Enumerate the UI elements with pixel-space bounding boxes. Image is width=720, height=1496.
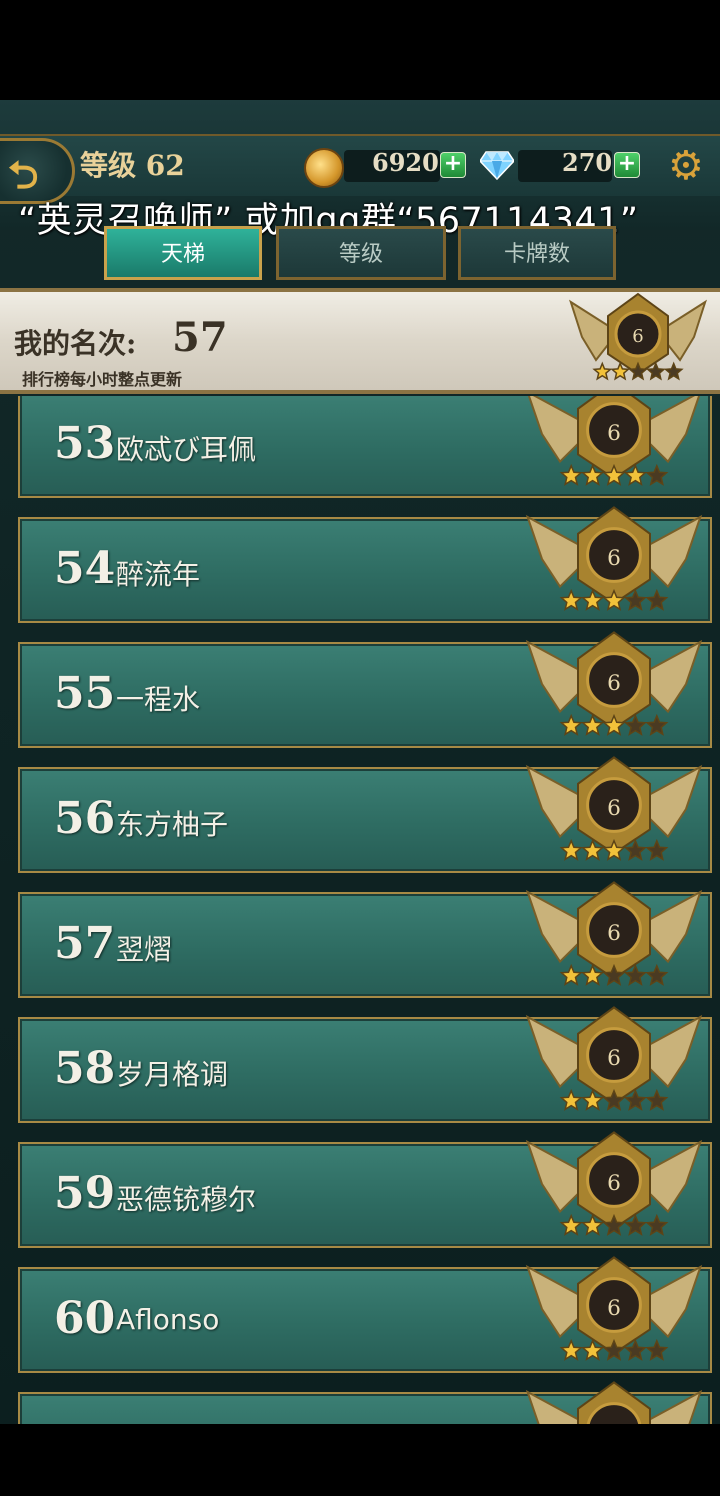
- leaderboard-row[interactable]: 54 醉流年 6: [18, 506, 712, 623]
- star-empty-icon: [645, 713, 669, 736]
- badge-level-text: 6: [607, 921, 621, 946]
- row-player-name: 一程水: [116, 683, 201, 716]
- row-rank: 53: [54, 418, 116, 469]
- row-player-name: 岁月格调: [116, 1058, 229, 1091]
- rank-badge-icon: 6: [525, 1006, 703, 1111]
- row-player-name: 翌熠: [116, 933, 173, 966]
- row-player-name: 东方柚子: [116, 808, 229, 841]
- rank-badge-icon: 6: [527, 396, 701, 486]
- my-rank-label: 我的名次:: [14, 327, 137, 360]
- leaderboard-row[interactable]: 53 欧忒び耳佩 6: [18, 396, 712, 498]
- star-filled-icon: [559, 463, 583, 486]
- leaderboard-row[interactable]: 57 翌熠 6: [18, 881, 712, 998]
- badge-level-text: 6: [607, 671, 621, 696]
- row-player-name: 醉流年: [116, 558, 201, 591]
- row-rank: 60: [54, 1293, 116, 1344]
- row-player-name: 欧忒び耳佩: [116, 433, 257, 466]
- leaderboard-screen: ⮌ 等级 62 6920 + 270 + ⚙ “英灵召唤师” 或加qq群“567…: [0, 100, 720, 1424]
- star-filled-icon: [559, 713, 583, 736]
- tab-card-count[interactable]: 卡牌数: [458, 226, 616, 280]
- add-gem-button[interactable]: +: [614, 152, 640, 178]
- row-rank: 57: [54, 918, 116, 969]
- star-empty-icon: [645, 1213, 669, 1236]
- rank-badge-icon: 6: [525, 631, 703, 736]
- row-player-name: 恶德铳穆尔: [116, 1183, 257, 1216]
- star-empty-icon: [645, 588, 669, 611]
- badge-level-text: 6: [607, 421, 621, 446]
- badge-level-text: 6: [607, 796, 621, 821]
- row-player-name: Aflonso: [116, 1303, 220, 1336]
- player-level: 等级 62: [80, 149, 185, 182]
- badge-level-text: 6: [607, 546, 621, 571]
- row-rank: 58: [54, 1043, 116, 1094]
- rank-badge-icon: 6: [525, 1131, 703, 1236]
- star-empty-icon: [645, 1338, 669, 1361]
- status-bar: [0, 0, 720, 100]
- badge-level-text: 6: [607, 1171, 621, 1196]
- leaderboard-row[interactable]: 58 岁月格调 6: [18, 1006, 712, 1123]
- leaderboard-row[interactable]: 55 一程水 6: [18, 631, 712, 748]
- rank-badge-icon: 6: [525, 1256, 703, 1361]
- update-note: 排行榜每小时整点更新: [22, 370, 183, 389]
- gold-coin-icon: [304, 148, 344, 188]
- badge-level-text: 6: [607, 1296, 621, 1321]
- my-rank-value: 57: [172, 314, 228, 361]
- rank-badge-icon: 6: [525, 881, 703, 986]
- star-filled-icon: [559, 1088, 583, 1111]
- row-rank: 55: [54, 668, 116, 719]
- star-empty-icon: [645, 463, 669, 486]
- navigation-bar: [0, 1424, 720, 1496]
- rank-badge-icon: [525, 1381, 703, 1424]
- rank-badge-icon: 6: [525, 506, 703, 611]
- star-filled-icon: [559, 588, 583, 611]
- star-empty-icon: [645, 1088, 669, 1111]
- badge-level-text: 6: [607, 1046, 621, 1071]
- leaderboard-row[interactable]: [18, 1381, 712, 1424]
- leaderboard-row[interactable]: 60 Aflonso 6: [18, 1256, 712, 1373]
- leaderboard-row[interactable]: 56 东方柚子 6: [18, 756, 712, 873]
- star-empty-icon: [645, 963, 669, 986]
- star-empty-icon: [645, 838, 669, 861]
- row-rank: 56: [54, 793, 116, 844]
- gem-amount: 270: [562, 148, 613, 177]
- tab-ladder[interactable]: 天梯: [104, 226, 262, 280]
- star-filled-icon: [559, 838, 583, 861]
- star-filled-icon: [559, 963, 583, 986]
- star-empty-icon: [663, 361, 684, 381]
- add-gold-button[interactable]: +: [440, 152, 466, 178]
- rank-badge-icon: 6: [525, 756, 703, 861]
- leaderboard-list: 53 欧忒び耳佩 6 54 醉流年 6 55 一程水 6 56 东方柚子 6 57 翌熠 6 58 岁月格调 6 5…: [0, 396, 720, 1424]
- row-rank: 54: [54, 543, 116, 594]
- my-rank-panel: 我的名次: 57 排行榜每小时整点更新 6: [0, 288, 720, 394]
- tab-level[interactable]: 等级: [276, 226, 446, 280]
- diamond-icon: [480, 151, 514, 180]
- leaderboard-row[interactable]: 59 恶德铳穆尔 6: [18, 1131, 712, 1248]
- gear-icon[interactable]: ⚙: [668, 146, 708, 186]
- rank-badge-icon: 6: [569, 292, 707, 381]
- star-filled-icon: [592, 361, 613, 381]
- badge-level-text: 6: [632, 326, 643, 347]
- star-filled-icon: [559, 1213, 583, 1236]
- row-rank: 59: [54, 1168, 116, 1219]
- star-filled-icon: [559, 1338, 583, 1361]
- gold-amount: 6920: [372, 148, 439, 177]
